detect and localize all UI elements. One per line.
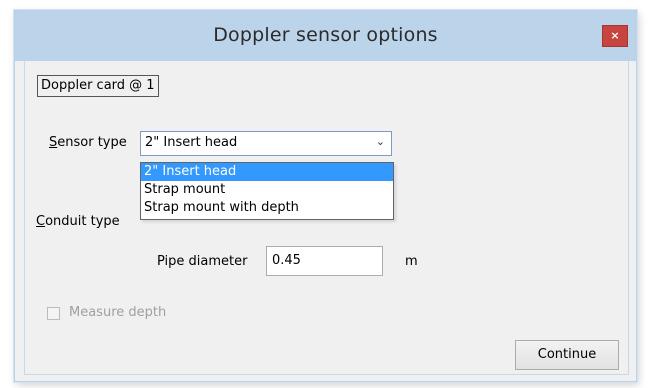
window-title: Doppler sensor options	[213, 24, 438, 46]
sensor-type-combobox[interactable]: 2" Insert head ⌄	[140, 131, 392, 156]
conduit-type-label: Conduit type	[36, 214, 120, 229]
measure-depth-label: Measure depth	[69, 305, 167, 320]
dropdown-option-strap-mount-with-depth[interactable]: Strap mount with depth	[141, 199, 393, 217]
pipe-diameter-unit: m	[405, 254, 418, 269]
close-button[interactable]: ×	[602, 25, 628, 47]
close-icon: ×	[610, 29, 620, 42]
doppler-sensor-options-dialog: Doppler sensor options × Doppler card @ …	[14, 10, 637, 382]
pipe-diameter-label: Pipe diameter	[157, 254, 248, 269]
title-bar[interactable]: Doppler sensor options ×	[15, 11, 636, 61]
sensor-type-dropdown-list: 2" Insert head Strap mount Strap mount w…	[140, 162, 394, 220]
chevron-down-icon[interactable]: ⌄	[376, 135, 385, 148]
continue-button[interactable]: Continue	[515, 340, 619, 370]
sensor-type-label: Sensor type	[49, 135, 127, 150]
sensor-type-value: 2" Insert head	[145, 135, 238, 150]
pipe-diameter-input[interactable]: 0.45	[266, 246, 383, 276]
doppler-card-label: Doppler card @ 1	[37, 75, 159, 97]
dropdown-option-insert-head[interactable]: 2" Insert head	[141, 163, 393, 181]
dropdown-option-strap-mount[interactable]: Strap mount	[141, 181, 393, 199]
dialog-body: Doppler card @ 1 Sensor type 2" Insert h…	[24, 61, 629, 375]
measure-depth-checkbox[interactable]	[47, 307, 60, 320]
